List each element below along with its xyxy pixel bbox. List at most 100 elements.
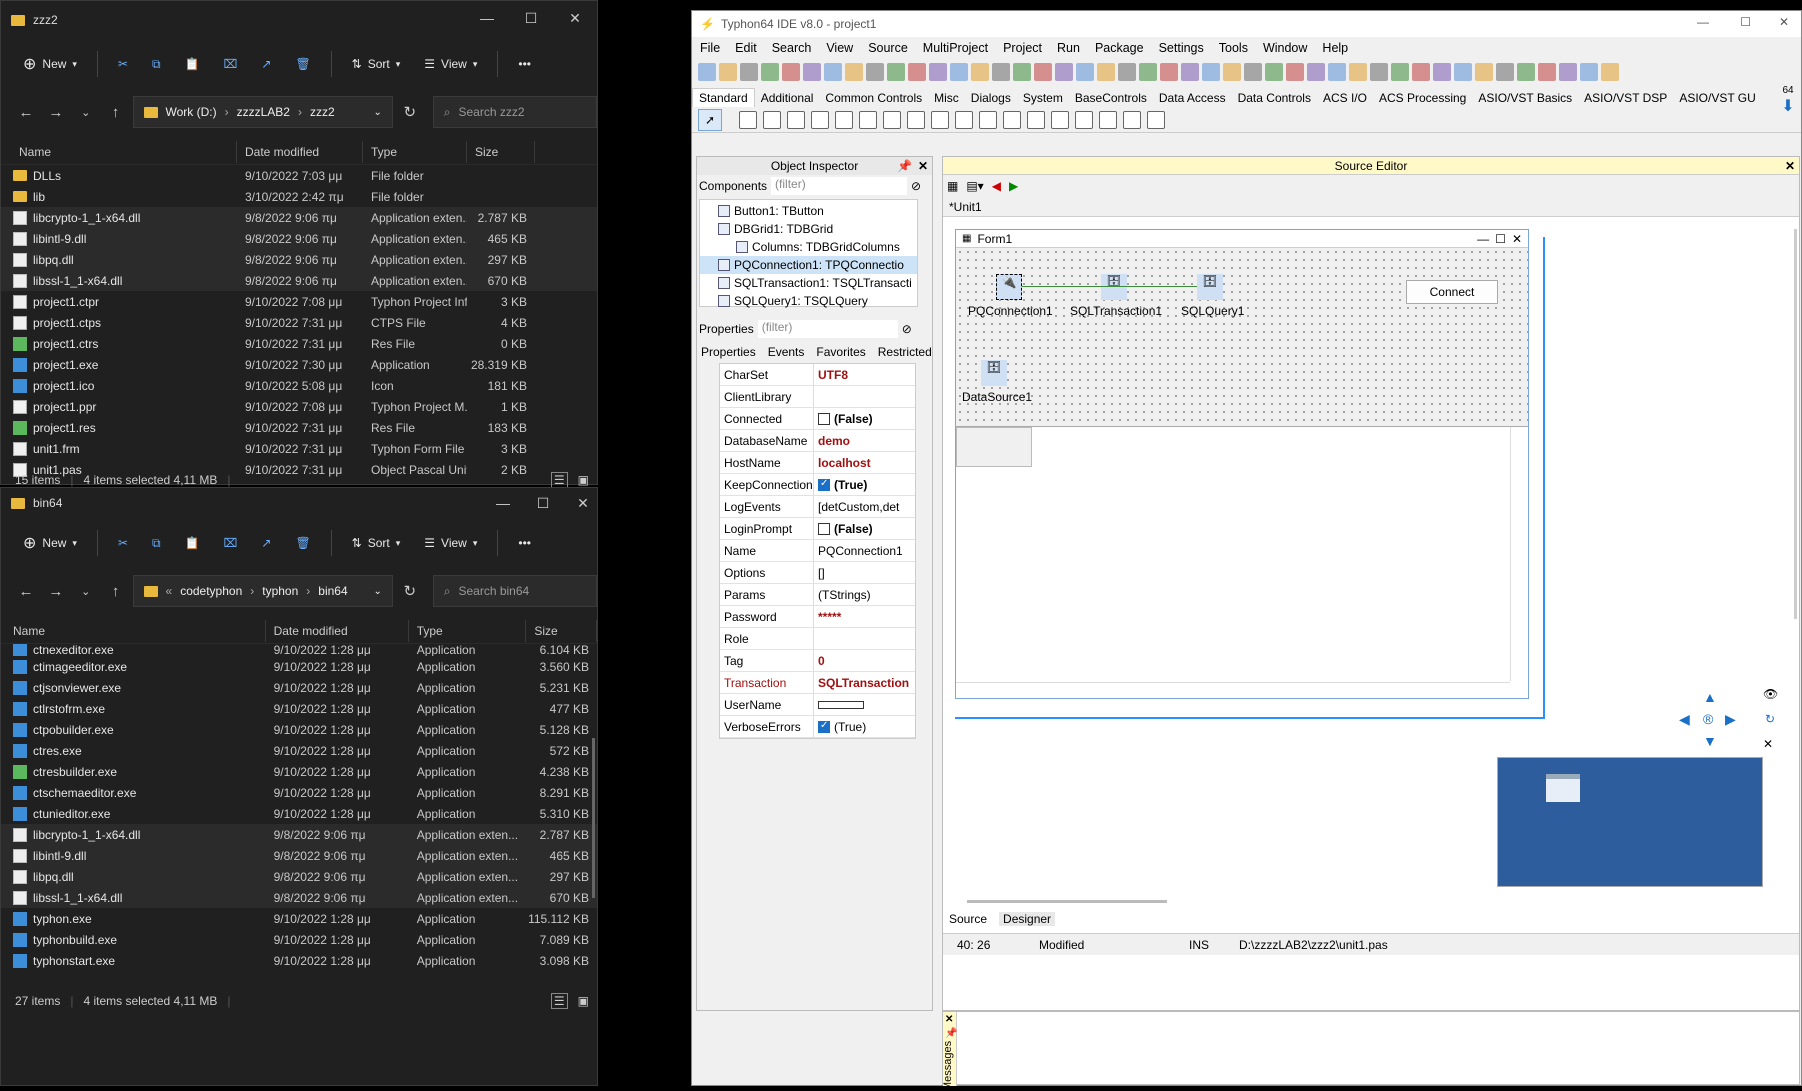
property-value[interactable]: demo bbox=[818, 434, 850, 448]
paste-button[interactable]: 📋 bbox=[175, 47, 210, 81]
form-canvas[interactable]: 🔌 🗄 🗄 PQConnection1 SQLTransaction1 SQLQ… bbox=[956, 248, 1528, 426]
property-value[interactable]: (TStrings) bbox=[818, 588, 871, 602]
copy-button[interactable]: ⧉ bbox=[142, 526, 171, 560]
toolbar-icon[interactable] bbox=[761, 63, 779, 81]
search-box[interactable]: ⌕ Search zzz2 bbox=[432, 96, 598, 128]
details-view-icon[interactable]: ☰ bbox=[550, 993, 568, 1009]
tab-source[interactable]: Source bbox=[949, 912, 987, 926]
toolbar-icon[interactable] bbox=[950, 63, 968, 81]
property-value[interactable]: UTF8 bbox=[818, 368, 848, 382]
refresh-button[interactable]: ↻ bbox=[397, 576, 423, 606]
toolbar-icon[interactable] bbox=[803, 63, 821, 81]
copy-button[interactable]: ⧉ bbox=[142, 47, 171, 81]
property-row[interactable]: LogEvents [detCustom,det bbox=[720, 496, 915, 518]
property-value[interactable]: localhost bbox=[818, 456, 871, 470]
palette-tab[interactable]: Additional bbox=[755, 89, 820, 107]
property-row[interactable]: UserName bbox=[720, 694, 915, 716]
grid-vscroll[interactable] bbox=[1510, 427, 1528, 681]
path-box[interactable]: « codetyphon › typhon › bin64 ⌄ bbox=[132, 575, 393, 607]
toolbar-icon[interactable] bbox=[1601, 63, 1619, 81]
close-button[interactable]: ✕ bbox=[1779, 15, 1789, 29]
maximize-button[interactable]: ☐ bbox=[509, 1, 553, 35]
palette-tab[interactable]: System bbox=[1017, 89, 1069, 107]
property-row[interactable]: Connected (False) bbox=[720, 408, 915, 430]
checkbox-icon[interactable] bbox=[818, 522, 830, 535]
cut-button[interactable]: ✂ bbox=[108, 47, 138, 81]
editor-tool-icon[interactable]: ▦ bbox=[947, 179, 958, 193]
file-row[interactable]: ctres.exe 9/10/2022 1:28 μμ Application … bbox=[1, 740, 597, 761]
minimize-button[interactable]: — bbox=[481, 488, 525, 518]
maximize-button[interactable]: ☐ bbox=[521, 488, 565, 518]
toolbar-icon[interactable] bbox=[1517, 63, 1535, 81]
file-row[interactable]: ctlrstofrm.exe 9/10/2022 1:28 μμ Applica… bbox=[1, 698, 597, 719]
refresh-icon[interactable]: ↻ bbox=[1765, 712, 1775, 726]
pin-icon[interactable]: 📌 bbox=[945, 1028, 957, 1039]
share-button[interactable]: ↗ bbox=[251, 526, 281, 560]
toolbar-icon[interactable] bbox=[1286, 63, 1304, 81]
sqltransaction-component[interactable]: 🗄 bbox=[1101, 274, 1127, 300]
property-value[interactable]: PQConnection1 bbox=[818, 544, 903, 558]
col-type[interactable]: Type bbox=[363, 140, 467, 163]
connect-button[interactable]: Connect bbox=[1406, 280, 1498, 304]
toolbar-icon[interactable] bbox=[1202, 63, 1220, 81]
arrow-right-icon[interactable]: ▶ bbox=[1725, 711, 1736, 728]
file-row[interactable]: project1.ctpr 9/10/2022 7:08 μμ Typhon P… bbox=[1, 291, 597, 312]
new-button[interactable]: ⊕ New ▾ bbox=[13, 47, 87, 81]
properties-filter[interactable]: (filter) bbox=[757, 320, 898, 338]
close-icon[interactable]: ✕ bbox=[918, 159, 928, 173]
palette-component-icon[interactable] bbox=[931, 111, 949, 129]
file-row[interactable]: libssl-1_1-x64.dll 9/8/2022 9:06 πμ Appl… bbox=[1, 270, 597, 291]
search-box[interactable]: ⌕ Search bin64 bbox=[432, 575, 598, 607]
palette-component-icon[interactable] bbox=[907, 111, 925, 129]
property-row[interactable]: Password ***** bbox=[720, 606, 915, 628]
file-row[interactable]: libpq.dll 9/8/2022 9:06 πμ Application e… bbox=[1, 866, 597, 887]
property-row[interactable]: HostName localhost bbox=[720, 452, 915, 474]
file-row[interactable]: libcrypto-1_1-x64.dll 9/8/2022 9:06 πμ A… bbox=[1, 824, 597, 845]
forward-button[interactable]: → bbox=[43, 576, 69, 606]
property-row[interactable]: Options [] bbox=[720, 562, 915, 584]
toolbar-icon[interactable] bbox=[1034, 63, 1052, 81]
recent-button[interactable]: ⌄ bbox=[73, 576, 99, 606]
palette-component-icon[interactable] bbox=[763, 111, 781, 129]
property-value[interactable]: 0 bbox=[818, 654, 825, 668]
toolbar-icon[interactable] bbox=[1475, 63, 1493, 81]
file-row[interactable]: ctnexeditor.exe 9/10/2022 1:28 μμ Applic… bbox=[1, 644, 597, 656]
toolbar-icon[interactable] bbox=[971, 63, 989, 81]
arrow-down-icon[interactable]: ▼ bbox=[1703, 733, 1717, 749]
toolbar-icon[interactable] bbox=[992, 63, 1010, 81]
property-value[interactable]: ***** bbox=[818, 610, 841, 624]
minimize-button[interactable]: — bbox=[1697, 15, 1709, 29]
forward-button[interactable]: → bbox=[43, 97, 69, 127]
toolbar-icon[interactable] bbox=[1496, 63, 1514, 81]
toolbar-icon[interactable] bbox=[1307, 63, 1325, 81]
palette-tab[interactable]: ASIO/VST DSP bbox=[1578, 89, 1673, 107]
sort-button[interactable]: ⇅ Sort ▾ bbox=[342, 47, 411, 81]
palette-tab[interactable]: ACS Processing bbox=[1373, 89, 1472, 107]
col-date[interactable]: Date modified bbox=[266, 619, 409, 642]
file-row[interactable]: libintl-9.dll 9/8/2022 9:06 πμ Applicati… bbox=[1, 228, 597, 249]
arrow-left-icon[interactable]: ◀ bbox=[992, 179, 1001, 193]
property-value[interactable]: (False) bbox=[834, 522, 873, 536]
clear-filter-icon[interactable]: ⊘ bbox=[911, 179, 921, 193]
property-row[interactable]: KeepConnection (True) bbox=[720, 474, 915, 496]
palette-component-icon[interactable] bbox=[859, 111, 877, 129]
palette-tab[interactable]: Standard bbox=[692, 88, 755, 107]
property-tab[interactable]: Events bbox=[768, 345, 805, 359]
more-button[interactable]: ••• bbox=[508, 47, 541, 81]
property-value[interactable]: [detCustom,det bbox=[818, 500, 899, 514]
share-button[interactable]: ↗ bbox=[251, 47, 281, 81]
toolbar-icon[interactable] bbox=[1160, 63, 1178, 81]
property-tab[interactable]: Favorites bbox=[816, 345, 865, 359]
property-value[interactable]: (False) bbox=[834, 412, 873, 426]
property-row[interactable]: Params (TStrings) bbox=[720, 584, 915, 606]
toolbar-icon[interactable] bbox=[1391, 63, 1409, 81]
editor-vscroll[interactable] bbox=[1794, 229, 1797, 619]
toolbar-icon[interactable] bbox=[1580, 63, 1598, 81]
property-row[interactable]: Role bbox=[720, 628, 915, 650]
menu-package[interactable]: Package bbox=[1095, 41, 1144, 55]
menu-tools[interactable]: Tools bbox=[1219, 41, 1248, 55]
toolbar-icon[interactable] bbox=[1097, 63, 1115, 81]
toolbar-icon[interactable] bbox=[866, 63, 884, 81]
menu-settings[interactable]: Settings bbox=[1159, 41, 1204, 55]
chevron-down-icon[interactable]: ⌄ bbox=[373, 107, 381, 118]
